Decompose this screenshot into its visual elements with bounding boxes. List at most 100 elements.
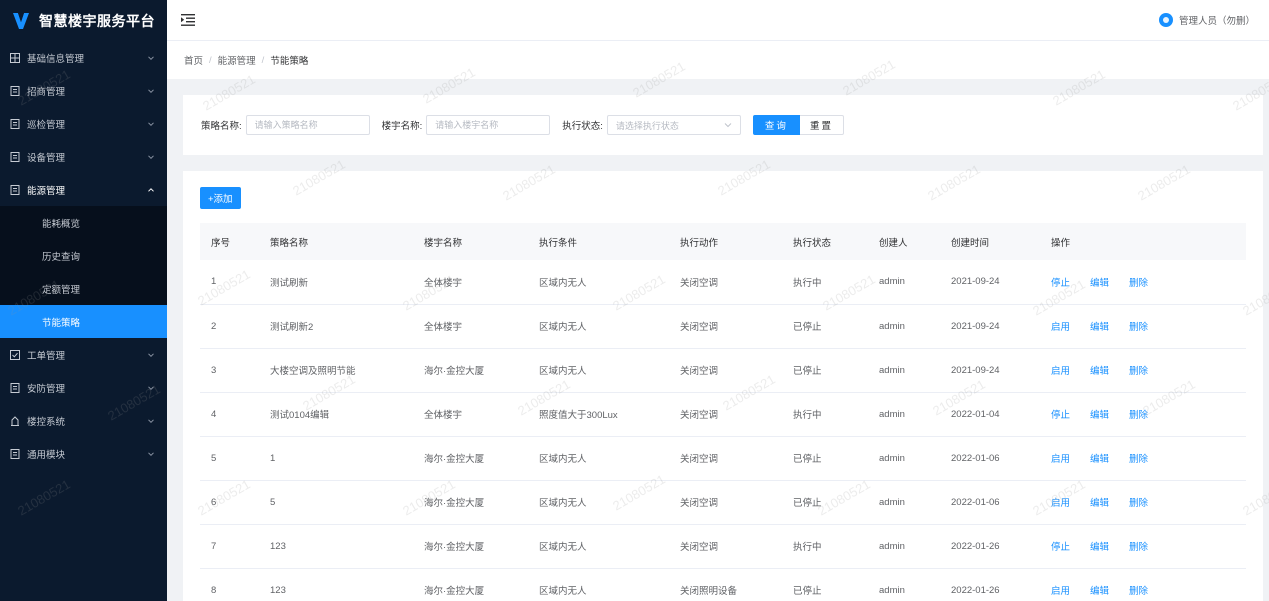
column-header: 操作 [1051,237,1071,249]
filter-form: 策略名称: 楼宇名称: 执行状态: 请选择执行状态 查询 重置 [183,95,1263,155]
cell-no: 8 [211,584,217,596]
sidebar-item-5[interactable]: 工单管理 [0,338,167,371]
cell-status: 已停止 [793,498,822,509]
submenu-item-3[interactable]: 节能策略 [0,305,167,338]
delete-link[interactable]: 删除 [1129,278,1148,289]
cell-creator: admin [879,452,905,464]
sidebar-item-1[interactable]: 招商管理 [0,74,167,107]
delete-link[interactable]: 删除 [1129,366,1148,377]
cell-condition: 区域内无人 [539,322,587,333]
menu-fold-icon[interactable] [181,14,195,26]
edit-link[interactable]: 编辑 [1090,586,1109,597]
sidebar-item-3[interactable]: 设备管理 [0,140,167,173]
search-button[interactable]: 查询 [752,115,800,135]
user-menu[interactable]: 管理人员（勿删） [1158,13,1255,27]
edit-link[interactable]: 编辑 [1090,542,1109,553]
cell-name: 测试刷新 [270,277,309,289]
delete-link[interactable]: 删除 [1129,542,1148,553]
cell-status: 执行中 [793,410,822,421]
cell-condition: 区域内无人 [539,366,587,377]
logo-icon [13,12,29,29]
breadcrumb-home[interactable]: 首页 [184,53,203,67]
toggle-link[interactable]: 启用 [1051,322,1070,333]
strategy-name-label: 策略名称: [201,121,242,132]
delete-link[interactable]: 删除 [1129,410,1148,421]
sidebar-item-6[interactable]: 安防管理 [0,371,167,404]
edit-link[interactable]: 编辑 [1090,498,1109,509]
cell-actions: 启用 编辑 删除 [1040,436,1246,480]
submenu-item-0[interactable]: 能耗概览 [0,206,167,239]
edit-link[interactable]: 编辑 [1090,454,1109,465]
toggle-link[interactable]: 停止 [1051,542,1070,553]
cell-no: 4 [211,408,217,420]
delete-link[interactable]: 删除 [1129,586,1148,597]
chevron-down-icon [148,385,154,390]
status-label: 执行状态: [562,121,603,132]
doc-icon [10,85,20,96]
strategy-table-card: +添加 序号 策略名称 楼宇名称 执行条件 执行动作 执行状态 创建人 创建时间 操作 1 测试刷… [183,171,1263,601]
column-header: 创建人 [879,237,908,249]
sidebar-item-label: 楼控系统 [27,416,66,428]
column-header: 执行动作 [680,237,719,249]
edit-link[interactable]: 编辑 [1090,278,1109,289]
submenu-item-2[interactable]: 定额管理 [0,272,167,305]
brand[interactable]: 智慧楼宇服务平台 [0,0,167,41]
edit-link[interactable]: 编辑 [1090,322,1109,333]
delete-link[interactable]: 删除 [1129,454,1148,465]
cell-created: 2022-01-26 [951,540,1000,552]
cell-creator: admin [879,276,905,288]
sidebar-item-label: 工单管理 [27,350,66,362]
chevron-down-icon [148,154,154,159]
sidebar-item-8[interactable]: 通用模块 [0,437,167,470]
add-button[interactable]: +添加 [200,187,241,209]
strategy-name-input[interactable] [245,115,370,135]
status-select[interactable]: 请选择执行状态 [606,115,741,135]
sidebar-item-4[interactable]: 能源管理 [0,173,167,206]
delete-link[interactable]: 删除 [1129,498,1148,509]
doc-icon [10,151,20,162]
toggle-link[interactable]: 启用 [1051,586,1070,597]
sidebar-item-0[interactable]: 基础信息管理 [0,41,167,74]
column-header: 创建时间 [951,237,990,249]
sidebar-item-7[interactable]: 楼控系统 [0,404,167,437]
delete-link[interactable]: 删除 [1129,322,1148,333]
sidebar-item-label: 巡检管理 [27,119,66,131]
cell-name: 1 [270,452,276,464]
breadcrumb-energy[interactable]: 能源管理 [218,53,256,67]
cell-status: 执行中 [793,542,822,553]
cell-name: 测试0104编辑 [270,410,330,421]
toggle-link[interactable]: 启用 [1051,498,1070,509]
building-name-label: 楼宇名称: [381,121,423,132]
chevron-down-icon [148,88,154,93]
toggle-link[interactable]: 停止 [1051,410,1070,421]
check-icon [10,349,20,360]
cell-no: 2 [211,320,217,332]
cell-condition: 区域内无人 [539,542,587,553]
cell-name: 测试刷新2 [270,322,314,333]
doc-icon [10,118,20,129]
table-row: 4 测试0104编辑 全体楼宇 照度值大于300Lux 关闭空调 执行中 admin 2022… [200,392,1246,436]
table-row: 5 1 海尔·金控大厦 区域内无人 关闭空调 已停止 admin 2022-01-06 启用 编辑… [200,436,1246,480]
table-row: 1 测试刷新 全体楼宇 区域内无人 关闭空调 执行中 admin 2021-09-24 停止 编辑… [200,260,1246,304]
sidebar-item-label: 招商管理 [27,86,66,98]
column-header: 执行状态 [793,237,832,249]
toggle-link[interactable]: 启用 [1051,366,1070,377]
sidebar-item-2[interactable]: 巡检管理 [0,107,167,140]
submenu-item-1[interactable]: 历史查询 [0,239,167,272]
building-name-input[interactable] [426,115,551,135]
table-row: 2 测试刷新2 全体楼宇 区域内无人 关闭空调 已停止 admin 2021-09-24 启用 编… [200,304,1246,348]
cell-condition: 区域内无人 [539,277,587,289]
chevron-down-icon [148,121,154,126]
cell-created: 2022-01-04 [951,408,1000,420]
toggle-link[interactable]: 启用 [1051,454,1070,465]
cell-building: 全体楼宇 [424,277,463,289]
cell-building: 海尔·金控大厦 [424,366,485,377]
toggle-link[interactable]: 停止 [1051,278,1070,289]
cell-status: 已停止 [793,586,822,597]
edit-link[interactable]: 编辑 [1090,366,1109,377]
edit-link[interactable]: 编辑 [1090,410,1109,421]
reset-button[interactable]: 重置 [799,115,844,135]
cell-status: 已停止 [793,454,822,465]
cell-created: 2021-09-24 [951,276,1000,288]
column-header: 策略名称 [270,237,309,249]
